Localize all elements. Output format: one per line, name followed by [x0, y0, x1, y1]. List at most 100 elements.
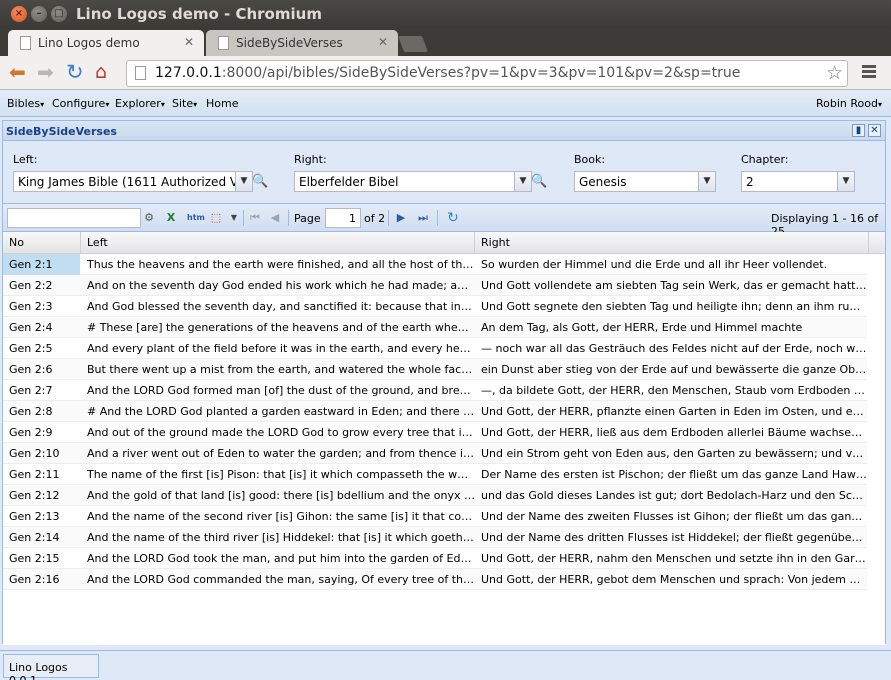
- chevron-down-icon[interactable]: ▼: [837, 172, 854, 191]
- excel-export-icon[interactable]: X: [163, 210, 179, 226]
- menu-explorer[interactable]: Explorer▾: [115, 97, 165, 110]
- right-verse-cell[interactable]: und das Gold dieses Landes ist gut; dort…: [475, 485, 867, 506]
- left-verse-cell[interactable]: And God blessed the seventh day, and san…: [81, 296, 475, 317]
- left-verse-cell[interactable]: And every plant of the field before it w…: [81, 338, 475, 359]
- last-page-icon[interactable]: ⏭: [415, 210, 431, 226]
- left-verse-cell[interactable]: Thus the heavens and the earth were fini…: [81, 254, 475, 275]
- right-verse-cell[interactable]: Und Gott, der HERR, nahm den Menschen un…: [475, 548, 867, 569]
- right-verse-cell[interactable]: ein Dunst aber stieg von der Erde auf un…: [475, 359, 867, 380]
- left-bible-combo[interactable]: King James Bible (1611 Authorized Ver ▼: [13, 171, 253, 192]
- pin-icon[interactable]: ▮: [852, 124, 865, 137]
- chevron-down-icon[interactable]: ▼: [235, 172, 252, 191]
- book-combo[interactable]: Genesis ▼: [574, 171, 716, 192]
- left-verse-cell[interactable]: # These [are] the generations of the hea…: [81, 317, 475, 338]
- table-row[interactable]: Gen 2:1 Thus the heavens and the earth we…: [3, 254, 867, 275]
- verse-ref-cell[interactable]: Gen 2:16: [3, 569, 80, 590]
- verse-ref-cell[interactable]: Gen 2:1: [3, 254, 80, 275]
- chevron-down-icon[interactable]: ▼: [698, 172, 715, 191]
- right-verse-cell[interactable]: An dem Tag, als Gott, der HERR, Erde und…: [475, 317, 867, 338]
- verse-ref-cell[interactable]: Gen 2:2: [3, 275, 80, 296]
- left-verse-cell[interactable]: And the LORD God took the man, and put h…: [81, 548, 475, 569]
- verse-ref-cell[interactable]: Gen 2:15: [3, 548, 80, 569]
- left-verse-cell[interactable]: And the name of the second river [is] Gi…: [81, 506, 475, 527]
- table-row[interactable]: Gen 2:3 And God blessed the seventh day, …: [3, 296, 867, 317]
- verse-ref-cell[interactable]: Gen 2:10: [3, 443, 80, 464]
- right-verse-cell[interactable]: —, da bildete Gott, der HERR, den Mensch…: [475, 380, 867, 401]
- right-verse-cell[interactable]: Der Name des ersten ist Pischon; der fli…: [475, 464, 867, 485]
- right-verse-cell[interactable]: Und der Name des zweiten Flusses ist Gih…: [475, 506, 867, 527]
- column-header-no[interactable]: No: [3, 232, 81, 254]
- back-arrow-icon[interactable]: ⬅: [9, 62, 26, 82]
- chevron-down-icon[interactable]: ▼: [514, 172, 531, 191]
- gear-icon[interactable]: ⚙: [141, 210, 157, 226]
- column-header-right[interactable]: Right: [475, 232, 869, 254]
- menu-bibles[interactable]: Bibles▾: [7, 97, 44, 110]
- previous-page-icon[interactable]: ◀: [267, 210, 283, 226]
- table-row[interactable]: Gen 2:2 And on the seventh day God ended …: [3, 275, 867, 296]
- left-verse-cell[interactable]: And the LORD God commanded the man, sayi…: [81, 569, 475, 590]
- verse-ref-cell[interactable]: Gen 2:3: [3, 296, 80, 317]
- right-verse-cell[interactable]: Und Gott, der HERR, gebot dem Menschen u…: [475, 569, 867, 590]
- window-close-button[interactable]: ×: [11, 6, 27, 22]
- verse-ref-cell[interactable]: Gen 2:6: [3, 359, 80, 380]
- table-row[interactable]: Gen 2:6 But there went up a mist from the…: [3, 359, 867, 380]
- right-verse-cell[interactable]: Und Gott, der HERR, ließ aus dem Erdbode…: [475, 422, 867, 443]
- table-row[interactable]: Gen 2:4 # These [are] the generations of …: [3, 317, 867, 338]
- table-row[interactable]: Gen 2:5 And every plant of the field befo…: [3, 338, 867, 359]
- menu-configure[interactable]: Configure▾: [52, 97, 109, 110]
- tab-lino-logos-demo[interactable]: Lino Logos demo ✕: [8, 30, 204, 56]
- verse-ref-cell[interactable]: Gen 2:9: [3, 422, 80, 443]
- home-icon[interactable]: ⌂: [95, 62, 107, 82]
- pdf-export-icon[interactable]: ⬚: [208, 210, 224, 226]
- verse-ref-cell[interactable]: Gen 2:7: [3, 380, 80, 401]
- new-tab-button[interactable]: [398, 36, 428, 52]
- table-row[interactable]: Gen 2:13 And the name of the second river…: [3, 506, 867, 527]
- window-minimize-button[interactable]: –: [31, 6, 47, 22]
- next-page-icon[interactable]: ▶: [393, 210, 409, 226]
- verse-ref-cell[interactable]: Gen 2:4: [3, 317, 80, 338]
- refresh-icon[interactable]: ↻: [445, 210, 461, 226]
- menu-home[interactable]: Home: [206, 97, 238, 110]
- verse-ref-cell[interactable]: Gen 2:8: [3, 401, 80, 422]
- left-verse-cell[interactable]: And the LORD God formed man [of] the dus…: [81, 380, 475, 401]
- table-row[interactable]: Gen 2:16 And the LORD God commanded the m…: [3, 569, 867, 590]
- left-verse-cell[interactable]: The name of the first [is] Pison: that […: [81, 464, 475, 485]
- reload-icon[interactable]: ↻: [66, 62, 84, 83]
- first-page-icon[interactable]: ⏮: [247, 210, 263, 226]
- left-verse-cell[interactable]: And the gold of that land [is] good: the…: [81, 485, 475, 506]
- right-verse-cell[interactable]: Und Gott, der HERR, pflanzte einen Garte…: [475, 401, 867, 422]
- left-search-icon[interactable]: 🔍: [251, 171, 270, 192]
- right-verse-cell[interactable]: Und Gott segnete den siebten Tag und hei…: [475, 296, 867, 317]
- table-row[interactable]: Gen 2:12 And the gold of that land [is] g…: [3, 485, 867, 506]
- verse-ref-cell[interactable]: Gen 2:12: [3, 485, 80, 506]
- table-row[interactable]: Gen 2:7 And the LORD God formed man [of] …: [3, 380, 867, 401]
- right-verse-cell[interactable]: — noch war all das Gesträuch des Feldes …: [475, 338, 867, 359]
- left-verse-cell[interactable]: And out of the ground made the LORD God …: [81, 422, 475, 443]
- html-export-icon[interactable]: htm: [187, 210, 205, 226]
- tab-close-icon[interactable]: ✕: [378, 35, 388, 49]
- verse-ref-cell[interactable]: Gen 2:5: [3, 338, 80, 359]
- left-verse-cell[interactable]: And on the seventh day God ended his wor…: [81, 275, 475, 296]
- verse-ref-cell[interactable]: Gen 2:14: [3, 527, 80, 548]
- verse-ref-cell[interactable]: Gen 2:11: [3, 464, 80, 485]
- tab-side-by-side-verses[interactable]: SideBySideVerses ✕: [206, 30, 398, 56]
- right-verse-cell[interactable]: Und der Name des dritten Flusses ist Hid…: [475, 527, 867, 548]
- quick-search-input[interactable]: [7, 208, 141, 228]
- chevron-down-icon[interactable]: ▼: [226, 210, 242, 226]
- left-verse-cell[interactable]: And the name of the third river [is] Hid…: [81, 527, 475, 548]
- left-verse-cell[interactable]: # And the LORD God planted a garden east…: [81, 401, 475, 422]
- right-search-icon[interactable]: 🔍: [530, 171, 549, 192]
- table-row[interactable]: Gen 2:8 # And the LORD God planted a gard…: [3, 401, 867, 422]
- right-bible-combo[interactable]: Elberfelder Bibel ▼: [294, 171, 532, 192]
- table-row[interactable]: Gen 2:15 And the LORD God took the man, a…: [3, 548, 867, 569]
- menu-user[interactable]: Robin Rood▾: [816, 97, 882, 110]
- menu-site[interactable]: Site▾: [172, 97, 197, 110]
- window-maximize-button[interactable]: □: [51, 6, 67, 22]
- bookmark-star-icon[interactable]: ☆: [826, 62, 843, 84]
- tab-close-icon[interactable]: ✕: [184, 35, 194, 49]
- address-bar[interactable]: 127.0.0.1:8000/api/bibles/SideBySideVers…: [126, 60, 848, 87]
- column-header-left[interactable]: Left: [81, 232, 475, 254]
- forward-arrow-icon[interactable]: ➡: [37, 62, 54, 82]
- left-verse-cell[interactable]: And a river went out of Eden to water th…: [81, 443, 475, 464]
- left-verse-cell[interactable]: But there went up a mist from the earth,…: [81, 359, 475, 380]
